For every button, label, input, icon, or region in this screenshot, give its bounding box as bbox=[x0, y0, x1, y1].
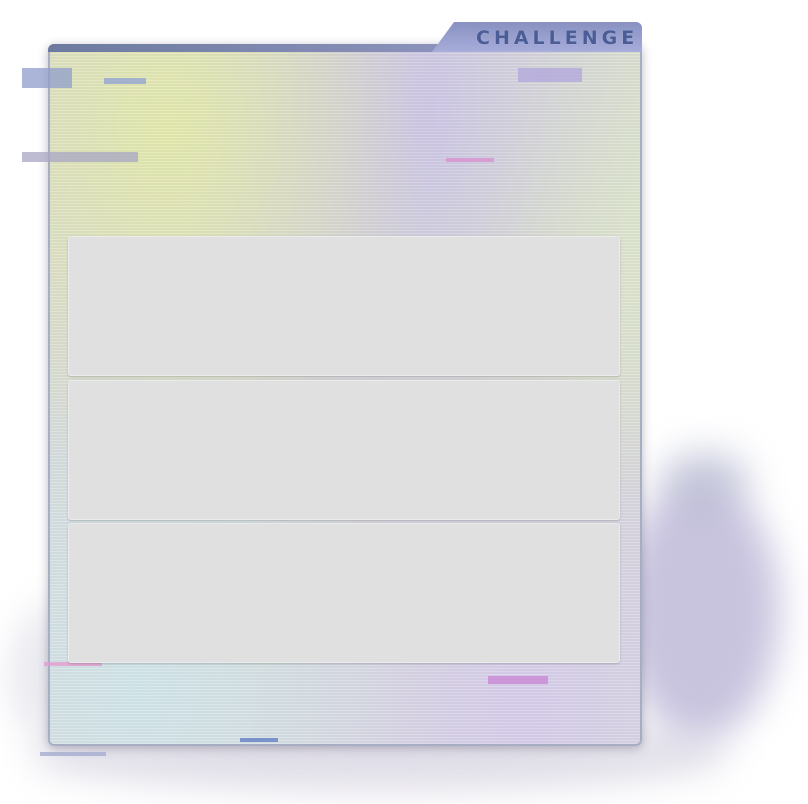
glitch-streak bbox=[518, 68, 582, 82]
glitch-streak bbox=[104, 78, 146, 84]
glitch-streak bbox=[240, 738, 278, 742]
glitch-streak bbox=[40, 752, 106, 756]
glitch-streak bbox=[22, 68, 72, 88]
challenge-card-1[interactable] bbox=[68, 236, 620, 376]
smoke-cloud bbox=[660, 450, 750, 510]
challenge-card-3[interactable] bbox=[68, 523, 620, 663]
challenge-card-2[interactable] bbox=[68, 380, 620, 520]
smoke-cloud bbox=[620, 480, 780, 740]
glitch-streak bbox=[488, 676, 548, 684]
glitch-streak bbox=[22, 152, 138, 162]
glitch-streak bbox=[446, 158, 494, 162]
challenge-tab-label: CHALLENGE bbox=[476, 27, 639, 49]
